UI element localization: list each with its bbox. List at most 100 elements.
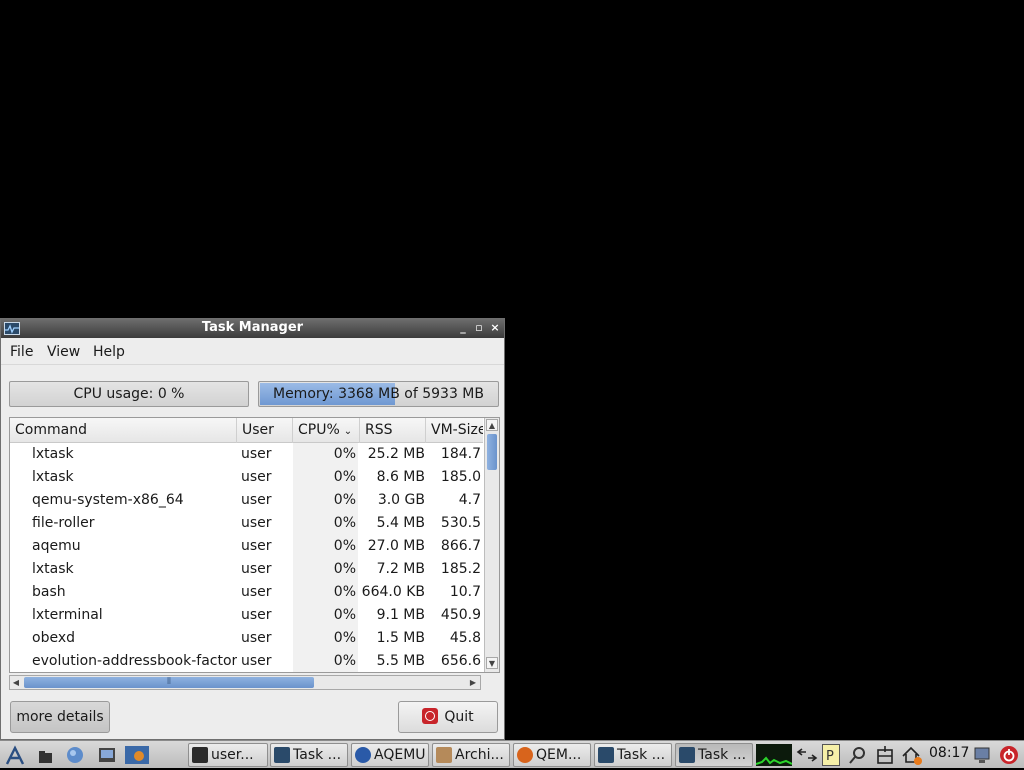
cell-cpu: 0% <box>293 627 358 650</box>
file-manager-icon[interactable] <box>36 744 58 766</box>
search-icon[interactable] <box>848 744 868 766</box>
cell-rss: 3.0 GB <box>377 492 425 508</box>
cell-vm-size: 530.5 <box>440 515 481 531</box>
table-row[interactable]: lxtask user 0% 25.2 MB 184.7 <box>10 443 483 466</box>
cell-rss: 1.5 MB <box>376 630 425 646</box>
column-header-rss[interactable]: RSS <box>360 418 426 443</box>
vertical-scrollbar[interactable]: ▲ ▼ <box>484 418 499 672</box>
table-row[interactable]: lxterminal user 0% 9.1 MB 450.9 <box>10 604 483 627</box>
task-button-task-manager-3[interactable]: Task ... <box>675 743 753 767</box>
minimize-all-icon[interactable] <box>96 744 118 766</box>
table-row[interactable]: lxtask user 0% 7.2 MB 185.2 <box>10 558 483 581</box>
task-button-qemu[interactable]: QEM... <box>513 743 591 767</box>
table-row[interactable]: obexd user 0% 1.5 MB 45.8 <box>10 627 483 650</box>
removable-media-icon[interactable] <box>874 744 896 766</box>
cell-rss: 7.2 MB <box>376 561 425 577</box>
table-row[interactable]: evolution-addressbook-factory user 0% 5.5 M… <box>10 650 483 672</box>
task-button-archive[interactable]: Archi... <box>432 743 510 767</box>
menu-view[interactable]: View <box>47 344 80 360</box>
task-button-aqemu[interactable]: AQEMU <box>351 743 429 767</box>
column-header-vm-size[interactable]: VM-Size <box>426 418 483 443</box>
cell-user: user <box>241 630 272 646</box>
cell-cpu: 0% <box>293 443 358 466</box>
logout-icon[interactable] <box>998 744 1020 766</box>
task-manager-icon <box>598 747 614 763</box>
task-manager-icon <box>679 747 695 763</box>
cell-rss: 25.2 MB <box>367 446 425 462</box>
network-arrows-icon[interactable] <box>796 744 818 766</box>
cell-command: aqemu <box>32 538 81 554</box>
cell-cpu: 0% <box>293 512 358 535</box>
cell-user: user <box>241 515 272 531</box>
cell-cpu: 0% <box>293 650 358 672</box>
svg-text:P: P <box>826 749 834 764</box>
scroll-down-icon[interactable]: ▼ <box>486 657 498 669</box>
task-button-task-manager-2[interactable]: Task ... <box>594 743 672 767</box>
archive-icon <box>436 747 452 763</box>
web-browser-icon[interactable] <box>64 744 86 766</box>
cell-user: user <box>241 584 272 600</box>
table-row[interactable]: aqemu user 0% 27.0 MB 866.7 <box>10 535 483 558</box>
start-menu-icon[interactable] <box>4 744 26 766</box>
horizontal-scrollbar[interactable]: ◀ ⦀ ▶ <box>9 675 481 690</box>
task-button-terminal[interactable]: user... <box>188 743 268 767</box>
cell-command: file-roller <box>32 515 95 531</box>
vertical-scroll-thumb[interactable] <box>487 434 497 470</box>
power-icon <box>422 708 439 724</box>
cell-command: lxtask <box>32 446 74 462</box>
switch-workspace-icon[interactable] <box>124 744 150 766</box>
cell-user: user <box>241 538 272 554</box>
cell-vm-size: 45.8 <box>449 630 481 646</box>
minimize-button[interactable]: _ <box>457 322 469 334</box>
column-header-command[interactable]: Command <box>10 418 237 443</box>
cell-user: user <box>241 561 272 577</box>
cell-vm-size: 184.7 <box>440 446 481 462</box>
more-details-button[interactable]: more details <box>10 701 110 733</box>
scroll-right-icon[interactable]: ▶ <box>467 676 479 689</box>
cell-rss: 27.0 MB <box>367 538 425 554</box>
table-rows: lxtask user 0% 25.2 MB 184.7 lxtask user 0% 8.6 … <box>10 443 483 672</box>
table-row[interactable]: file-roller user 0% 5.4 MB 530.5 <box>10 512 483 535</box>
quit-label: Quit <box>444 709 474 725</box>
cpu-monitor-icon[interactable] <box>755 744 793 766</box>
cell-user: user <box>241 653 272 669</box>
close-button[interactable]: × <box>489 322 501 334</box>
scroll-up-icon[interactable]: ▲ <box>486 419 498 431</box>
task-button-task-manager-1[interactable]: Task ... <box>270 743 348 767</box>
quit-button[interactable]: Quit <box>398 701 498 733</box>
menu-file[interactable]: File <box>10 344 33 360</box>
cell-vm-size: 450.9 <box>440 607 481 623</box>
clipboard-icon[interactable]: P <box>822 744 840 766</box>
menu-bar: File View Help <box>1 339 504 365</box>
cell-cpu: 0% <box>293 466 358 489</box>
scroll-left-icon[interactable]: ◀ <box>10 676 22 689</box>
lock-screen-icon[interactable] <box>972 744 994 766</box>
cell-vm-size: 656.6 <box>440 653 481 669</box>
cell-command: obexd <box>32 630 75 646</box>
cell-command: evolution-addressbook-factory <box>32 653 237 669</box>
cell-command: lxterminal <box>32 607 103 623</box>
cell-command: qemu-system-x86_64 <box>32 492 184 508</box>
horizontal-scroll-thumb[interactable]: ⦀ <box>24 677 314 688</box>
update-notifier-icon[interactable] <box>900 744 924 766</box>
cell-cpu: 0% <box>293 535 358 558</box>
task-manager-window: Task Manager _ ▫ × File View Help CPU us… <box>0 318 505 740</box>
cpu-usage-bar: CPU usage: 0 % <box>9 381 249 407</box>
cell-user: user <box>241 446 272 462</box>
column-header-user[interactable]: User <box>237 418 293 443</box>
maximize-button[interactable]: ▫ <box>473 322 485 334</box>
table-row[interactable]: lxtask user 0% 8.6 MB 185.0 <box>10 466 483 489</box>
cell-cpu: 0% <box>293 558 358 581</box>
cell-command: lxtask <box>32 561 74 577</box>
window-title: Task Manager <box>201 320 304 335</box>
table-row[interactable]: bash user 0% 664.0 KB 10.7 <box>10 581 483 604</box>
column-header-cpu[interactable]: CPU% ⌄ <box>293 418 360 443</box>
cell-rss: 5.4 MB <box>376 515 425 531</box>
window-titlebar[interactable]: Task Manager _ ▫ × <box>1 319 504 338</box>
cell-vm-size: 185.0 <box>440 469 481 485</box>
qemu-icon <box>517 747 533 763</box>
menu-help[interactable]: Help <box>93 344 125 360</box>
clock[interactable]: 08:17 <box>929 745 969 761</box>
table-row[interactable]: qemu-system-x86_64 user 0% 3.0 GB 4.7 <box>10 489 483 512</box>
table-header: Command User CPU% ⌄ RSS VM-Size <box>10 418 483 443</box>
